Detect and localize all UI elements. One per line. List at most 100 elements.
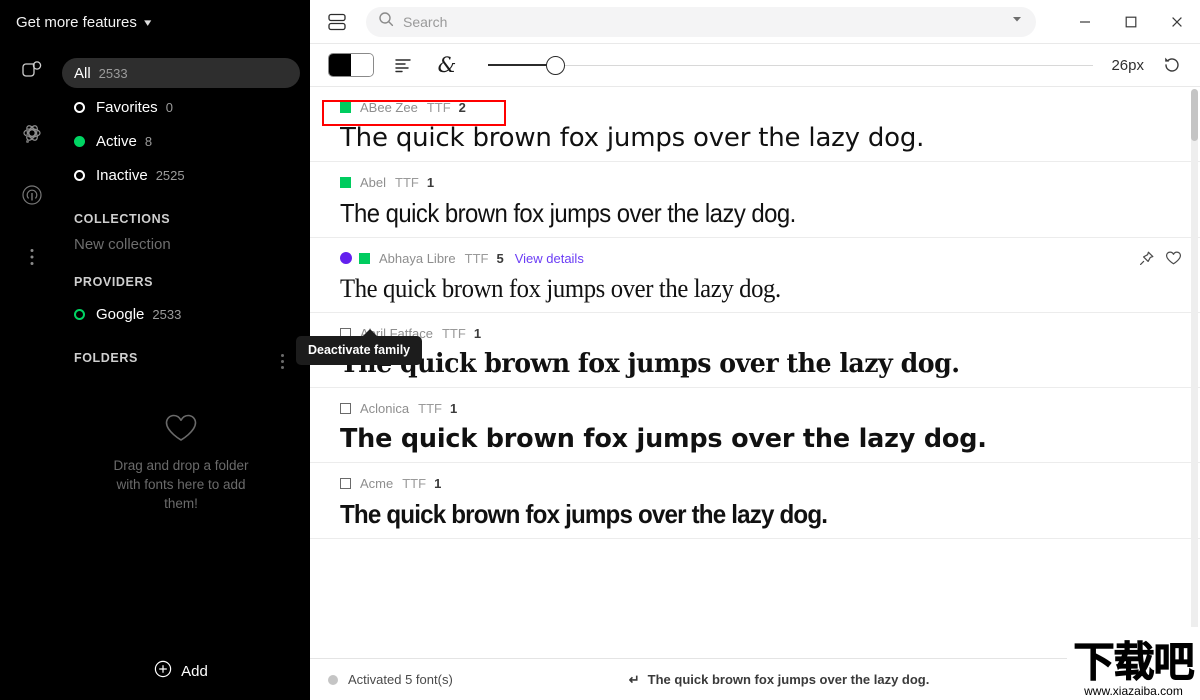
black-white-swatch[interactable] <box>328 53 374 77</box>
selection-dot-icon[interactable] <box>340 252 352 264</box>
sidebar-item-inactive[interactable]: Inactive 2525 <box>62 160 300 190</box>
sidebar-item-all-label: All <box>74 64 91 82</box>
collections-more-icon[interactable] <box>26 128 29 143</box>
tooltip: Deactivate family <box>296 329 423 365</box>
sidebar-body: All 2533 Favorites 0 Active 8 Inactive 2… <box>26 44 300 700</box>
sidebar-item-google-label: Google <box>96 305 145 323</box>
app-window: Get more features ▾ All 2533 Favorites 0… <box>0 0 1200 700</box>
status-dot-hollow-icon <box>74 101 85 113</box>
tooltip-label: Deactivate family <box>308 343 411 357</box>
font-list[interactable]: ABee Zee TTF 2 The quick brown fox jumps… <box>310 87 1200 658</box>
favorite-heart-icon[interactable] <box>1165 250 1182 266</box>
font-row-meta: Abel TTF 1 <box>340 172 1182 192</box>
font-row[interactable]: ABee Zee TTF 2 The quick brown fox jumps… <box>310 87 1200 162</box>
font-activate-toggle[interactable] <box>340 402 351 414</box>
font-variant-count: 2 <box>458 99 466 115</box>
get-more-features-label: Get more features <box>16 13 137 31</box>
sidebar-item-favorites[interactable]: Favorites 0 <box>62 92 300 122</box>
activated-status-label: Activated 5 font(s) <box>348 672 453 687</box>
text-align-icon[interactable] <box>388 50 418 80</box>
folders-heading: FOLDERS <box>74 351 138 365</box>
font-row[interactable]: Abril Fatface TTF 1 The quick brown fox … <box>310 313 1200 388</box>
font-activate-toggle[interactable] <box>340 101 351 113</box>
get-more-features-button[interactable]: Get more features ▾ <box>0 0 310 44</box>
sidebar-item-favorites-label: Favorites <box>96 98 158 116</box>
maximize-icon[interactable] <box>1108 0 1154 44</box>
font-row-meta: Acme TTF 1 <box>340 473 1182 493</box>
sidebar-item-active-count: 8 <box>144 133 153 149</box>
sidebar-more-icon[interactable] <box>17 242 47 272</box>
playground-icon[interactable] <box>17 118 47 148</box>
folder-dropzone[interactable]: Drag and drop a folder with fonts here t… <box>62 413 300 513</box>
fonts-icon[interactable] <box>17 56 47 86</box>
sidebar-item-all-count: 2533 <box>98 65 128 81</box>
font-name: Acme <box>360 475 394 491</box>
font-type: TTF <box>402 475 427 491</box>
sidebar-item-active[interactable]: Active 8 <box>62 126 300 156</box>
sidebar-item-active-label: Active <box>96 132 137 150</box>
sidebar-item-google-count: 2533 <box>152 306 182 322</box>
watermark-chars: 下载吧 <box>1073 638 1195 686</box>
pin-icon[interactable] <box>1138 250 1155 267</box>
sidebar: Get more features ▾ All 2533 Favorites 0… <box>0 0 310 700</box>
panel-layout-icon[interactable] <box>324 9 350 35</box>
slider-track <box>488 64 1094 66</box>
sidebar-item-google[interactable]: Google 2533 <box>62 299 300 329</box>
font-row-meta: ABee Zee TTF 2 <box>340 97 1182 117</box>
caret-down-icon[interactable] <box>1010 12 1024 31</box>
view-details-link[interactable]: View details <box>515 251 584 266</box>
broadcast-icon[interactable] <box>17 180 47 210</box>
providers-heading: PROVIDERS <box>74 275 154 289</box>
status-dot-active-icon <box>74 135 85 147</box>
font-sample-text: The quick brown fox jumps over the lazy … <box>340 198 796 228</box>
search-bar[interactable] <box>366 6 1036 37</box>
chevron-down-icon: ▾ <box>144 16 152 29</box>
font-type: TTF <box>418 400 442 416</box>
collections-heading: COLLECTIONS <box>74 212 171 226</box>
main-area: & 26px <box>310 0 1200 700</box>
font-name: Abel <box>360 174 387 190</box>
watermark-url: www.xiazaiba.com <box>1084 684 1183 698</box>
folders-more-icon[interactable] <box>281 354 284 369</box>
font-row-actions <box>1138 250 1182 267</box>
folder-dropzone-text: Drag and drop a folder with fonts here t… <box>113 458 249 511</box>
font-sample-text: The quick brown fox jumps over the lazy … <box>340 424 987 454</box>
status-dot-icon <box>328 674 338 685</box>
font-activate-toggle[interactable] <box>340 477 351 489</box>
activated-status: Activated 5 font(s) <box>328 672 453 687</box>
scrollbar-thumb[interactable] <box>1191 89 1198 141</box>
slider-knob[interactable] <box>546 55 565 75</box>
status-dot-provider-icon <box>74 308 85 320</box>
new-collection-button[interactable]: New collection <box>74 236 300 253</box>
sidebar-item-all[interactable]: All 2533 <box>62 58 300 88</box>
titlebar <box>310 0 1200 44</box>
font-activate-toggle[interactable] <box>340 176 351 188</box>
font-row[interactable]: Abhaya Libre TTF 5 View details The quic… <box>310 238 1200 313</box>
window-controls <box>1062 0 1200 44</box>
vertical-scrollbar[interactable] <box>1191 89 1198 658</box>
font-sample-text: The quick brown fox jumps over the lazy … <box>340 499 828 529</box>
close-icon[interactable] <box>1154 0 1200 44</box>
font-activate-toggle[interactable] <box>359 252 370 264</box>
search-input[interactable] <box>403 13 1004 30</box>
font-type: TTF <box>441 325 466 341</box>
enter-key-icon: ↵ <box>628 671 640 687</box>
font-variant-count: 5 <box>496 250 504 266</box>
preview-text-status[interactable]: ↵ The quick brown fox jumps over the laz… <box>629 672 930 688</box>
ampersand-glyph-icon[interactable]: & <box>432 50 462 80</box>
size-slider[interactable] <box>488 55 1094 75</box>
reset-rotate-icon[interactable] <box>1158 51 1186 79</box>
font-variant-count: 1 <box>449 400 458 416</box>
folders-section: FOLDERS <box>62 351 300 369</box>
minimize-icon[interactable] <box>1062 0 1108 44</box>
sidebar-item-inactive-label: Inactive <box>96 166 148 184</box>
font-row[interactable]: Abel TTF 1 The quick brown fox jumps ove… <box>310 162 1200 238</box>
font-variant-count: 1 <box>473 325 482 341</box>
font-variant-count: 1 <box>426 174 435 190</box>
font-row[interactable]: Acme TTF 1 The quick brown fox jumps ove… <box>310 463 1200 539</box>
watermark: 下载吧 www.xiazaiba.com <box>1067 627 1200 700</box>
add-button[interactable]: Add <box>62 650 300 692</box>
font-type: TTF <box>464 250 489 266</box>
font-row-meta: Abhaya Libre TTF 5 View details <box>340 248 1182 268</box>
font-row[interactable]: Aclonica TTF 1 The quick brown fox jumps… <box>310 388 1200 463</box>
